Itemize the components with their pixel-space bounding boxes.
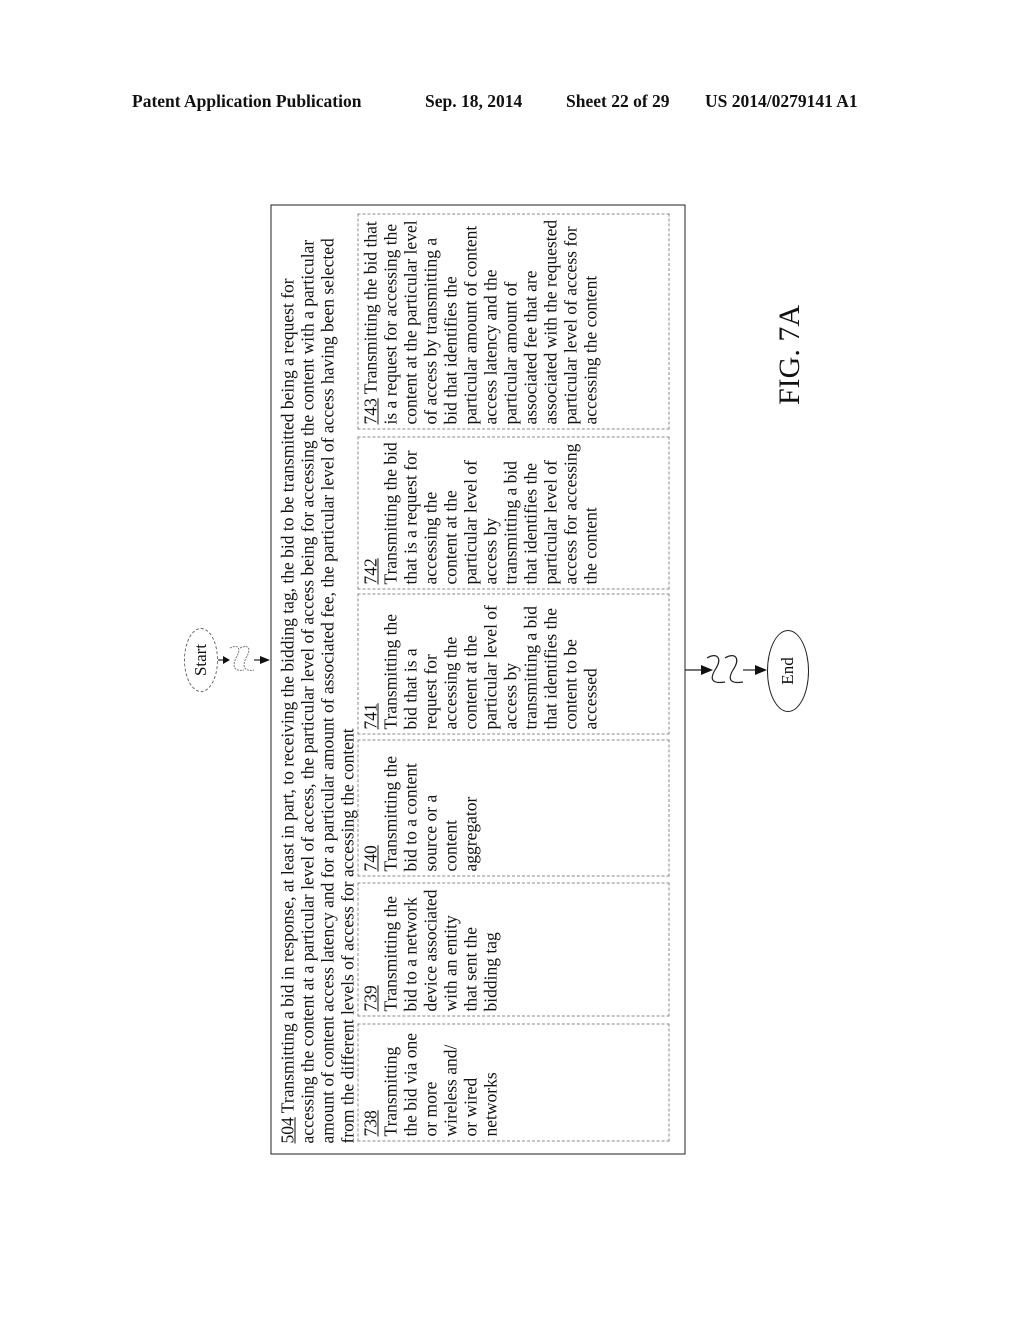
- sheet-number: Sheet 22 of 29: [566, 91, 670, 111]
- start-connector: [218, 645, 270, 671]
- patent-number: US 2014/0279141 A1: [705, 91, 858, 111]
- step-739-box: 739 Transmitting the bid to a network de…: [357, 882, 669, 1016]
- step-740-ref: 740: [360, 844, 380, 871]
- step-740-text: Transmitting the bid to a content source…: [380, 755, 480, 871]
- step-738-text: Transmitting the bid via one or more wir…: [380, 1032, 500, 1136]
- step-742-text: Transmitting the bid that is a request f…: [380, 441, 600, 584]
- step-738-ref: 738: [360, 1109, 380, 1136]
- page-header: Patent Application Publication Sep. 18, …: [0, 91, 1024, 115]
- step-742-box: 742 Transmitting the bid that is a reque…: [357, 436, 669, 589]
- break-squiggle-icon: [229, 645, 255, 671]
- step-740-box: 740 Transmitting the bid to a content so…: [357, 739, 669, 876]
- step-504-ref: 504: [277, 1116, 297, 1143]
- start-arrowhead-2: [260, 656, 270, 664]
- step-743-box: 743 Transmitting the bid that is a reque…: [357, 213, 669, 429]
- step-504-text: Transmitting a bid in response, at least…: [277, 237, 357, 1143]
- step-741-box: 741 Transmitting the bid that is a reque…: [357, 593, 669, 734]
- publication-label: Patent Application Publication: [132, 91, 362, 111]
- step-739-text: Transmitting the bid to a network device…: [380, 889, 500, 1011]
- start-oval: Start: [184, 628, 218, 692]
- figure-label-box: FIG. 7A: [760, 300, 820, 410]
- step-743-ref: 743: [360, 397, 380, 424]
- step-741-ref: 741: [360, 702, 380, 729]
- step-504-text-block: 504 Transmitting a bid in response, at l…: [277, 218, 357, 1143]
- start-label: Start: [191, 643, 210, 677]
- break-squiggle-icon-2: [706, 655, 744, 684]
- step-742-ref: 742: [360, 557, 380, 584]
- start-arrowhead-1: [223, 656, 230, 664]
- publication-date: Sep. 18, 2014: [425, 91, 523, 111]
- end-arrowhead-1: [701, 665, 713, 675]
- step-504-content: 504 Transmitting a bid in response, at l…: [270, 204, 685, 1154]
- figure-label: FIG. 7A: [773, 304, 806, 406]
- end-label: End: [778, 657, 797, 685]
- step-743-text: Transmitting the bid that is a request f…: [360, 219, 600, 424]
- step-741-text: Transmitting the bid that is a request f…: [380, 604, 600, 729]
- end-arrowhead-2: [755, 665, 767, 675]
- step-738-box: 738 Transmitting the bid via one or more…: [357, 1023, 669, 1141]
- step-504-box: 504 Transmitting a bid in response, at l…: [270, 204, 685, 1154]
- end-connector: [685, 655, 767, 684]
- step-739-ref: 739: [360, 984, 380, 1011]
- end-oval: End: [767, 630, 809, 712]
